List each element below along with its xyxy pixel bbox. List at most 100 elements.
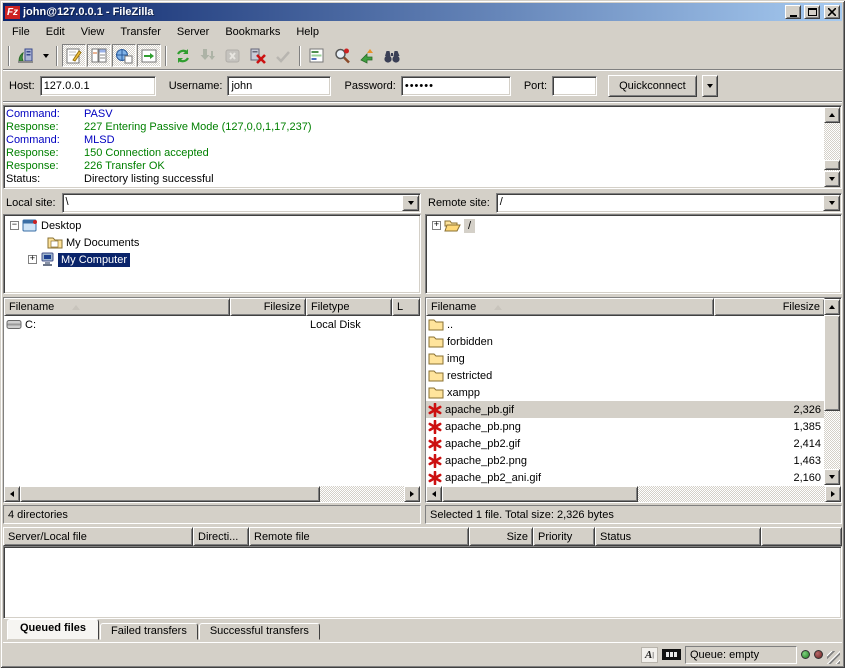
site-manager-button[interactable] [14,44,38,67]
file-row[interactable]: apache_pb.png 1,385 [426,418,825,435]
column-header-priority[interactable]: Priority [533,527,595,546]
scroll-up-button[interactable] [824,107,840,123]
scroll-down-button[interactable] [824,469,840,485]
file-row-local-disk[interactable]: C: Local Disk [4,316,420,333]
scroll-up-button[interactable] [824,299,840,315]
column-header-last-modified[interactable]: L [392,298,420,316]
process-queue-button[interactable] [196,44,220,67]
file-row[interactable]: apache_pb2.png 1,463 [426,452,825,469]
remote-site-dropdown-button[interactable] [823,195,840,211]
tree-item-my-computer[interactable]: + My Computer [4,251,420,268]
remote-tree-icon [115,47,133,65]
column-header-server-local-file[interactable]: Server/Local file [3,527,193,546]
scrollbar-track[interactable] [638,486,825,502]
expand-icon[interactable]: + [28,255,37,264]
scroll-right-button[interactable] [825,486,841,502]
refresh-button[interactable] [171,44,195,67]
scrollbar-thumb[interactable] [824,160,840,170]
toggle-remote-tree-button[interactable] [112,44,136,67]
tab-queued-files[interactable]: Queued files [7,619,99,640]
local-site-combobox[interactable]: \ [62,193,421,213]
synchronized-browsing-button[interactable] [355,44,379,67]
scrollbar-track[interactable] [320,486,404,502]
directory-comparison-button[interactable] [380,44,404,67]
menu-file[interactable]: File [4,24,38,40]
scrollbar-thumb[interactable] [442,486,638,502]
file-name-cell: apache_pb.png [426,420,714,434]
minimize-button[interactable] [785,5,801,19]
column-header-status[interactable]: Status [595,527,761,546]
disconnect-button[interactable] [246,44,270,67]
scroll-left-button[interactable] [426,486,442,502]
remote-site-combobox[interactable]: / [496,193,842,213]
local-horizontal-scrollbar[interactable] [4,486,420,502]
menu-server[interactable]: Server [169,24,217,40]
column-header-filename[interactable]: Filename [426,298,714,316]
menu-edit[interactable]: Edit [38,24,73,40]
column-header-remote-file[interactable]: Remote file [249,527,469,546]
toggle-transfer-queue-button[interactable] [137,44,161,67]
menu-transfer[interactable]: Transfer [112,24,169,40]
username-input[interactable] [227,76,331,96]
tab-failed-transfers[interactable]: Failed transfers [100,623,198,640]
menu-view[interactable]: View [73,24,113,40]
menu-bookmarks[interactable]: Bookmarks [217,24,288,40]
tree-item-desktop[interactable]: − Desktop [4,217,420,234]
column-header-filename[interactable]: Filename [4,298,230,316]
file-name: .. [447,319,453,331]
resize-grip[interactable] [827,651,840,664]
column-header-size[interactable]: Size [469,527,533,546]
minimize-icon [790,15,797,17]
tree-item-root[interactable]: + / [426,217,841,234]
scrollbar-thumb[interactable] [824,315,840,411]
expand-icon[interactable]: + [432,221,441,230]
file-name-cell: apache_pb2.gif [426,437,714,451]
remote-horizontal-scrollbar[interactable] [426,486,841,502]
file-row[interactable]: apache_pb2.gif 2,414 [426,435,825,452]
column-header-direction[interactable]: Directi... [193,527,249,546]
tab-successful-transfers[interactable]: Successful transfers [199,623,320,640]
column-header-filesize[interactable]: Filesize [230,298,306,316]
local-tree-icon [90,47,108,65]
local-site-dropdown-button[interactable] [402,195,419,211]
maximize-button[interactable] [804,5,820,19]
quickconnect-button[interactable]: Quickconnect [608,75,697,97]
quickconnect-bar: Host: Username: Password: Port: Quickcon… [3,71,842,101]
site-manager-dropdown-button[interactable] [39,44,52,67]
host-input[interactable] [40,76,156,96]
file-size-cell: 1,463 [714,455,825,467]
tree-item-my-documents[interactable]: My Documents [4,234,420,251]
password-input[interactable] [401,76,511,96]
file-row[interactable]: forbidden [426,333,825,350]
file-search-button[interactable] [330,44,354,67]
filter-button[interactable] [305,44,329,67]
menu-help[interactable]: Help [288,24,327,40]
file-row[interactable]: .. [426,316,825,333]
file-name-cell: xampp [426,386,714,399]
cancel-operation-button[interactable] [221,44,245,67]
file-row[interactable]: xampp [426,384,825,401]
remote-vertical-scrollbar[interactable] [824,299,840,485]
collapse-icon[interactable]: − [10,221,19,230]
quickconnect-dropdown-button[interactable] [702,75,718,97]
file-name: restricted [447,370,492,382]
scroll-down-button[interactable] [824,171,840,187]
arrow-left-icon [10,491,14,497]
abort-button[interactable] [271,44,295,67]
column-header-filetype[interactable]: Filetype [306,298,392,316]
toggle-message-log-button[interactable] [62,44,86,67]
file-row[interactable]: apache_pb2_ani.gif 2,160 [426,469,825,486]
port-input[interactable] [552,76,597,96]
log-vertical-scrollbar[interactable] [824,107,840,187]
file-row-selected[interactable]: apache_pb.gif 2,326 [426,401,825,418]
local-pane: Local site: \ − Desktop [3,192,421,524]
toggle-local-tree-button[interactable] [87,44,111,67]
close-button[interactable] [824,5,840,19]
column-header-filesize[interactable]: Filesize [714,298,825,316]
file-name: apache_pb2.gif [445,438,520,450]
scrollbar-thumb[interactable] [20,486,320,502]
file-row[interactable]: img [426,350,825,367]
scroll-left-button[interactable] [4,486,20,502]
file-row[interactable]: restricted [426,367,825,384]
scroll-right-button[interactable] [404,486,420,502]
